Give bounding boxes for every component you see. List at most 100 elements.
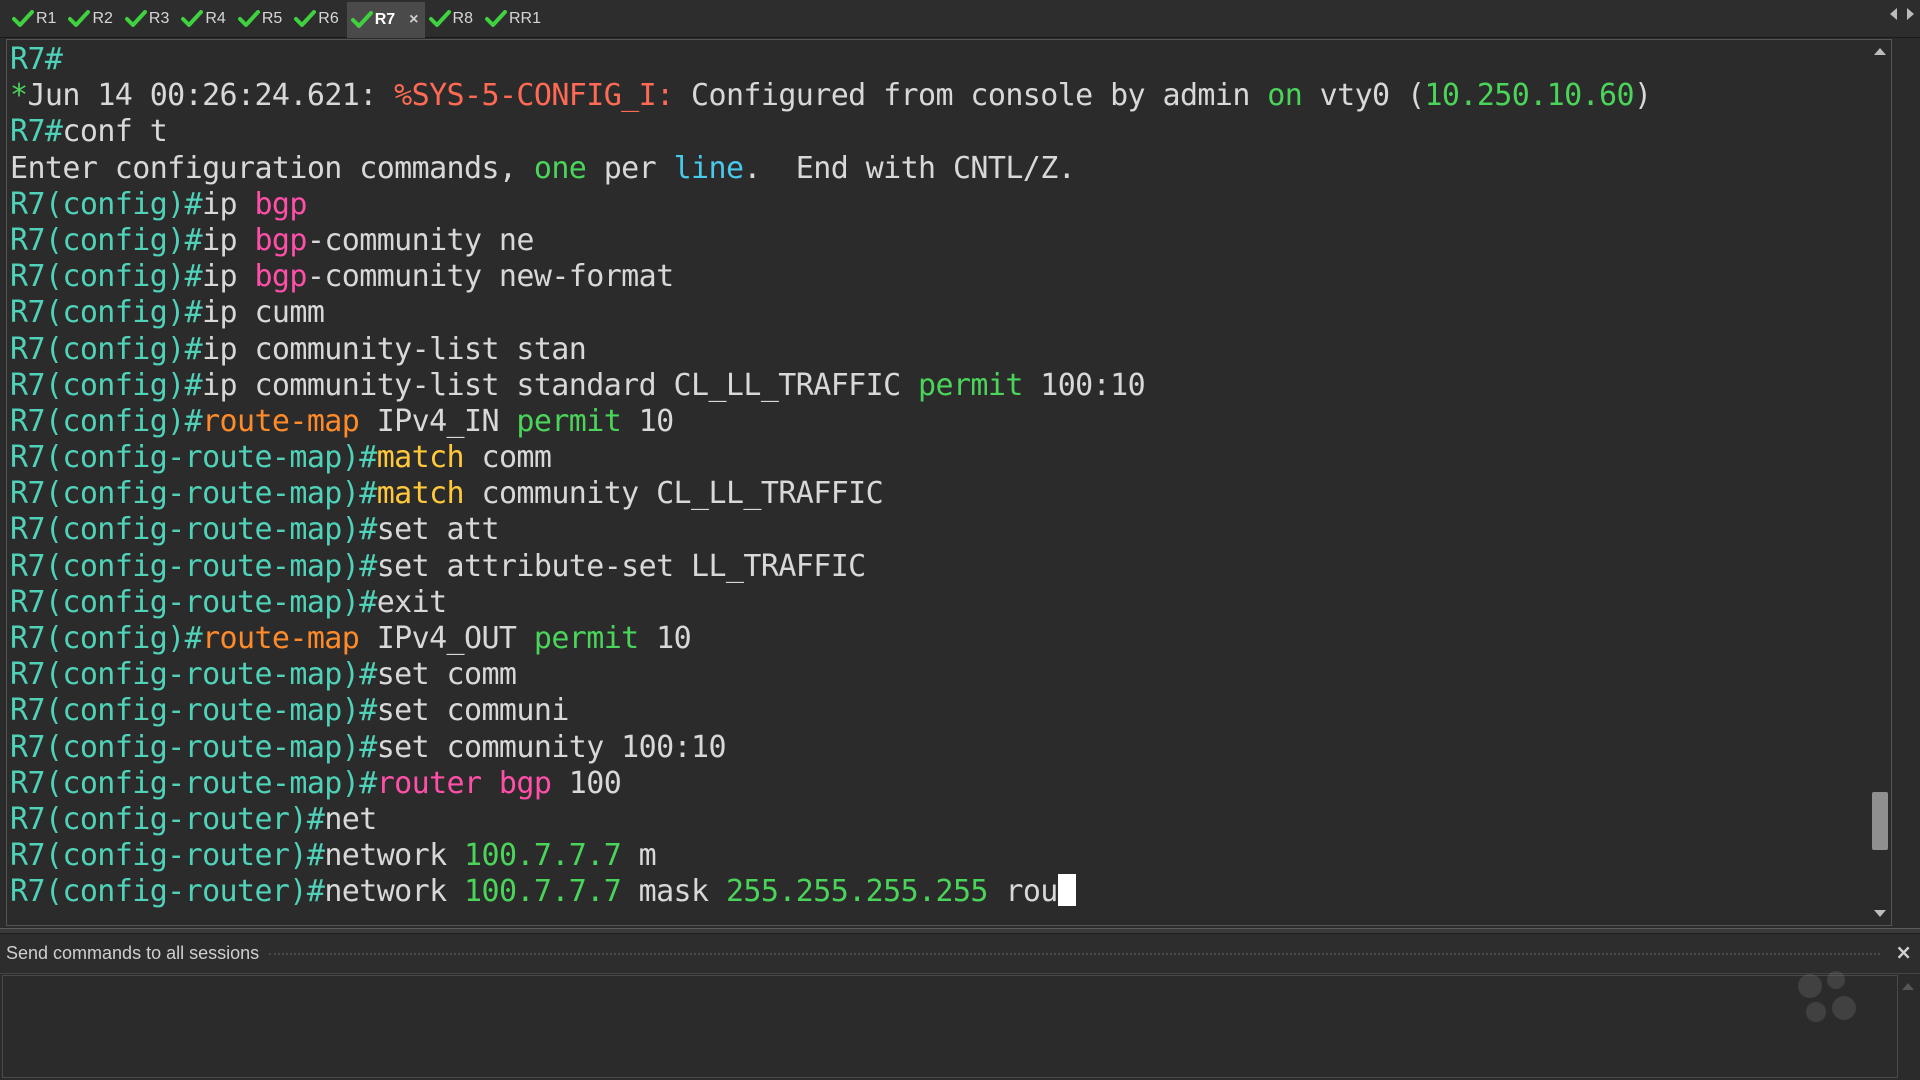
terminal-text: set comm	[376, 657, 517, 693]
terminal-line: R7(config-router)#network 100.7.7.7 m	[10, 838, 1651, 874]
tab-label: R5	[261, 9, 283, 27]
terminal-text: -community new-format	[306, 259, 674, 295]
scroll-down-icon[interactable]	[1874, 910, 1886, 917]
session-tab-bar: R1 R2 R3 R4 R5 R6 R7 × R8 RR1	[0, 0, 1920, 38]
checkmark-icon	[484, 9, 507, 27]
cli-prompt: R7(config-route-map)#	[10, 512, 377, 548]
terminal-text: 10	[638, 621, 692, 656]
terminal-text: one	[533, 150, 587, 186]
close-icon[interactable]: ×	[409, 11, 418, 29]
tab-rr1[interactable]: RR1	[481, 3, 549, 35]
terminal-line: R7(config-route-map)#set comm	[10, 657, 1651, 693]
tab-r5[interactable]: R5	[234, 3, 290, 35]
close-icon[interactable]: ×	[1895, 940, 1912, 964]
terminal-text: 10	[621, 403, 675, 439]
terminal-line: R7(config)#route-map IPv4_OUT permit 10	[10, 621, 1651, 657]
tab-r7[interactable]: R7 ×	[346, 1, 425, 38]
terminal-text: 10.250.10.60	[1424, 78, 1634, 114]
cli-prompt: R7(config)#	[10, 621, 203, 656]
terminal-text: ip cumm	[202, 295, 325, 331]
terminal-text: set communi	[376, 693, 570, 729]
checkmark-icon	[181, 9, 204, 27]
cli-prompt: R7(config-route-map)#	[10, 584, 377, 620]
terminal-line: R7(config-route-map)#match comm	[10, 440, 1651, 476]
terminal-line: R7(config-router)#network 100.7.7.7 mask…	[10, 874, 1651, 910]
terminal-line: R7(config)#ip cumm	[10, 295, 1651, 331]
terminal-line: R7(config-route-map)#set attribute-set L…	[10, 549, 1651, 585]
terminal-line: R7(config-route-map)#set att	[10, 512, 1651, 548]
checkmark-icon	[237, 9, 260, 27]
terminal-text: -community ne	[306, 222, 535, 258]
tab-label: R1	[36, 9, 57, 27]
terminal-text: ip community-list standard CL_LL_TRAFFIC	[202, 367, 919, 403]
cli-prompt: R7(config-route-map)#	[10, 657, 377, 693]
watermark-logo-icon	[1798, 971, 1856, 1022]
terminal-text: on	[1267, 78, 1303, 114]
terminal-line: R7(config-route-map)#router bgp 100	[10, 766, 1651, 802]
scrollbar-thumb[interactable]	[1872, 791, 1888, 850]
session-tabs: R1 R2 R3 R4 R5 R6 R7 × R8 RR1	[0, 0, 549, 38]
terminal-text: conf t	[62, 114, 168, 150]
terminal-text: ip	[202, 222, 255, 258]
cli-prompt: R7(config-route-map)#	[10, 693, 377, 729]
terminal-line: R7#conf t	[10, 114, 1651, 150]
send-commands-input[interactable]	[2, 975, 1898, 1078]
scroll-up-icon[interactable]	[1902, 983, 1914, 990]
terminal-text: bgp	[254, 186, 307, 222]
terminal-text: net	[324, 801, 377, 837]
terminal-output[interactable]: R7# *Jun 14 00:26:24.621: %SYS-5-CONFIG_I…	[6, 39, 1892, 926]
tab-r3[interactable]: R3	[121, 3, 177, 35]
terminal-text: permit	[918, 367, 1023, 403]
checkmark-icon	[350, 10, 373, 28]
tab-r2[interactable]: R2	[64, 3, 120, 35]
terminal-text: community CL_LL_TRAFFIC	[464, 476, 884, 512]
terminal-line: R7(config)#ip bgp	[10, 187, 1651, 223]
send-commands-header: Send commands to all sessions ×	[0, 934, 1920, 974]
cli-prompt: R7(config-route-map)#	[10, 548, 377, 584]
terminal-text: network	[324, 874, 465, 910]
cli-prompt: R7(config)#	[10, 331, 203, 367]
terminal-text: )	[1633, 78, 1652, 114]
tab-r4[interactable]: R4	[177, 3, 233, 35]
tab-r1[interactable]: R1	[8, 3, 64, 35]
cli-prompt: R7(config-route-map)#	[10, 440, 377, 476]
send-input-scrollbar[interactable]	[1898, 975, 1918, 1078]
terminal-text: route-map	[202, 621, 360, 656]
checkmark-icon	[12, 9, 34, 27]
tab-r6[interactable]: R6	[290, 3, 346, 35]
terminal-text: set community 100:10	[376, 729, 727, 765]
terminal-text: Configured from console by admin	[673, 78, 1268, 114]
terminal-text: ip	[202, 186, 255, 222]
cli-prompt: R7#	[10, 114, 63, 150]
terminal-text: IPv4_OUT	[359, 621, 534, 656]
terminal-text: ip community-list stan	[202, 331, 587, 367]
terminal-text: router bgp	[376, 765, 552, 801]
terminal-scrollbar[interactable]	[1869, 40, 1891, 925]
send-commands-title: Send commands to all sessions	[6, 943, 260, 963]
cli-prompt: R7(config)#	[10, 295, 203, 331]
terminal-line: *Jun 14 00:26:24.621: %SYS-5-CONFIG_I: C…	[10, 78, 1652, 114]
terminal-text: set attribute-set LL_TRAFFIC	[376, 548, 867, 584]
terminal-text: network	[324, 838, 465, 874]
scroll-up-icon[interactable]	[1874, 48, 1886, 55]
terminal-text: . End with CNTL/Z.	[743, 150, 1076, 186]
terminal-line: R7(config-route-map)#match community CL_…	[10, 476, 1651, 512]
cli-prompt: R7(config)#	[10, 259, 203, 295]
tab-scroll-right-icon[interactable]	[1907, 8, 1914, 20]
terminal-text: bgp	[254, 259, 307, 295]
tab-label: R2	[92, 9, 113, 27]
checkmark-icon	[428, 9, 451, 27]
terminal-text: 100	[551, 765, 622, 801]
terminal-text: 100.7.7.7	[464, 874, 622, 910]
terminal-line: R7(config-route-map)#set communi	[10, 693, 1651, 729]
terminal-line: R7(config-route-map)#exit	[10, 585, 1651, 621]
terminal-text: vty0 (	[1302, 78, 1425, 114]
terminal-text: match	[376, 476, 465, 512]
cli-prompt: R7(config-router)#	[10, 838, 325, 874]
terminal-text: line	[673, 150, 744, 186]
tab-scroll-left-icon[interactable]	[1890, 8, 1897, 20]
terminal-text: *	[10, 78, 28, 114]
checkmark-icon	[68, 9, 91, 27]
tab-r8[interactable]: R8	[425, 3, 481, 35]
terminal-text: set att	[376, 512, 500, 548]
